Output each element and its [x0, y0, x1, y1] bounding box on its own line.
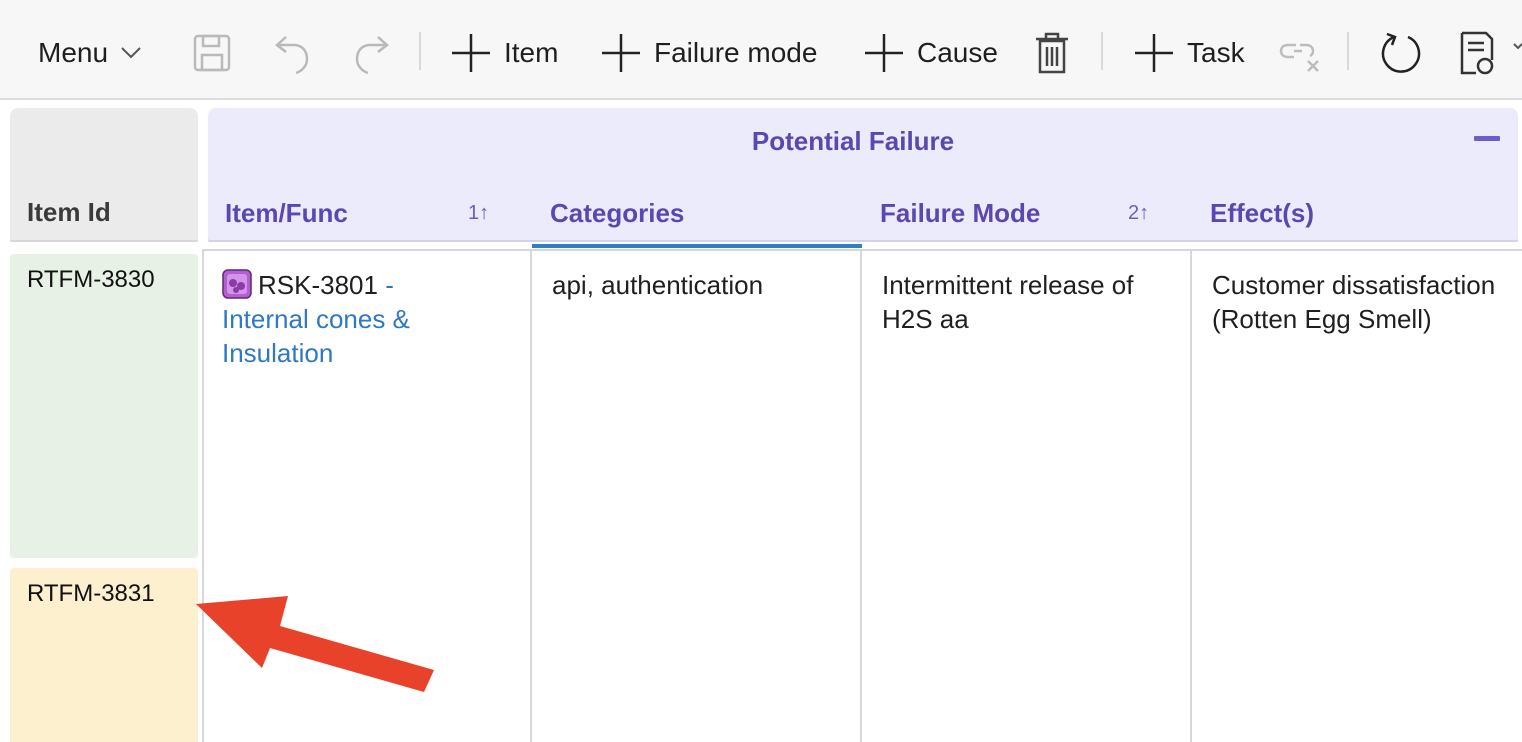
plus-icon	[863, 32, 905, 74]
add-failure-mode-label: Failure mode	[654, 37, 818, 68]
report-settings-icon	[1458, 30, 1522, 76]
grid-line	[202, 250, 204, 742]
item-id-column-header[interactable]: Item Id	[10, 108, 198, 240]
sort-order: 1↑	[468, 202, 490, 224]
delete-button[interactable]	[1034, 26, 1070, 80]
undo-button[interactable]	[272, 26, 312, 80]
grid-line	[530, 250, 532, 742]
plus-icon	[1133, 32, 1175, 74]
toolbar-divider	[1347, 32, 1349, 70]
effects-cell[interactable]: Customer dissatisfaction (Rotten Egg Sme…	[1212, 268, 1512, 336]
add-cause-label: Cause	[917, 37, 998, 68]
risk-name-link[interactable]: Internal cones & Insulation	[222, 304, 410, 368]
risk-separator: -	[377, 270, 394, 300]
report-button[interactable]	[1458, 26, 1522, 80]
refresh-icon	[1378, 30, 1424, 76]
add-item-label: Item	[504, 37, 559, 68]
grid-line	[202, 249, 1522, 251]
add-item-button[interactable]: Item	[450, 26, 558, 80]
effects-value: Customer dissatisfaction (Rotten Egg Sme…	[1212, 270, 1496, 334]
risk-icon	[222, 269, 252, 299]
add-task-button[interactable]: Task	[1133, 26, 1245, 80]
column-header-item-func[interactable]: Item/Func	[225, 198, 348, 229]
grid-line	[860, 250, 862, 742]
undo-icon	[272, 31, 312, 75]
menu-button[interactable]: Menu	[38, 26, 142, 80]
item-id-cell[interactable]: RTFM-3831	[10, 568, 198, 742]
item-id-cell[interactable]: RTFM-3830	[10, 254, 198, 558]
add-task-label: Task	[1187, 37, 1245, 68]
active-column-indicator	[532, 244, 862, 248]
item-id-header-label: Item Id	[27, 197, 111, 227]
potential-failure-group-header: Potential Failure Item/Func 1↑ Categorie…	[208, 108, 1518, 240]
column-header-categories[interactable]: Categories	[550, 198, 684, 229]
trash-icon	[1034, 31, 1070, 75]
collapse-group-button[interactable]	[1474, 136, 1500, 141]
failure-mode-cell[interactable]: Intermittent release of H2S aa	[882, 268, 1182, 336]
risk-id[interactable]: RSK-3801	[258, 270, 378, 300]
categories-cell[interactable]: api, authentication	[552, 268, 852, 302]
fmea-grid-page: Menu Item Failure mode Cause Task Item I…	[0, 0, 1522, 742]
save-button[interactable]	[192, 26, 232, 80]
menu-label: Menu	[38, 37, 109, 68]
plus-icon	[600, 32, 642, 74]
item-func-cell[interactable]: RSK-3801 - Internal cones & Insulation	[222, 268, 522, 370]
item-id-value: RTFM-3831	[27, 580, 155, 607]
save-icon	[192, 33, 232, 73]
group-title: Potential Failure	[751, 126, 955, 156]
toolbar-divider	[419, 32, 421, 70]
column-header-failure-mode[interactable]: Failure Mode	[880, 198, 1040, 229]
unlink-button[interactable]	[1278, 26, 1322, 80]
sort-indicator: 2↑	[1128, 202, 1149, 225]
grid-line	[1190, 250, 1192, 742]
add-cause-button[interactable]: Cause	[863, 26, 998, 80]
add-failure-mode-button[interactable]: Failure mode	[600, 26, 817, 80]
redo-icon	[352, 31, 392, 75]
sort-indicator: 1↑	[468, 202, 489, 225]
failure-mode-value: Intermittent release of H2S aa	[882, 270, 1134, 334]
toolbar-divider	[1101, 32, 1103, 70]
refresh-button[interactable]	[1378, 26, 1424, 80]
column-header-effects[interactable]: Effect(s)	[1210, 198, 1314, 229]
sort-order: 2↑	[1128, 202, 1150, 224]
unlink-icon	[1278, 33, 1322, 73]
chevron-down-icon	[120, 46, 142, 60]
redo-button[interactable]	[352, 26, 392, 80]
toolbar: Menu Item Failure mode Cause Task	[0, 0, 1522, 100]
plus-icon	[450, 32, 492, 74]
item-id-value: RTFM-3830	[27, 266, 155, 293]
categories-value: api, authentication	[552, 270, 764, 300]
